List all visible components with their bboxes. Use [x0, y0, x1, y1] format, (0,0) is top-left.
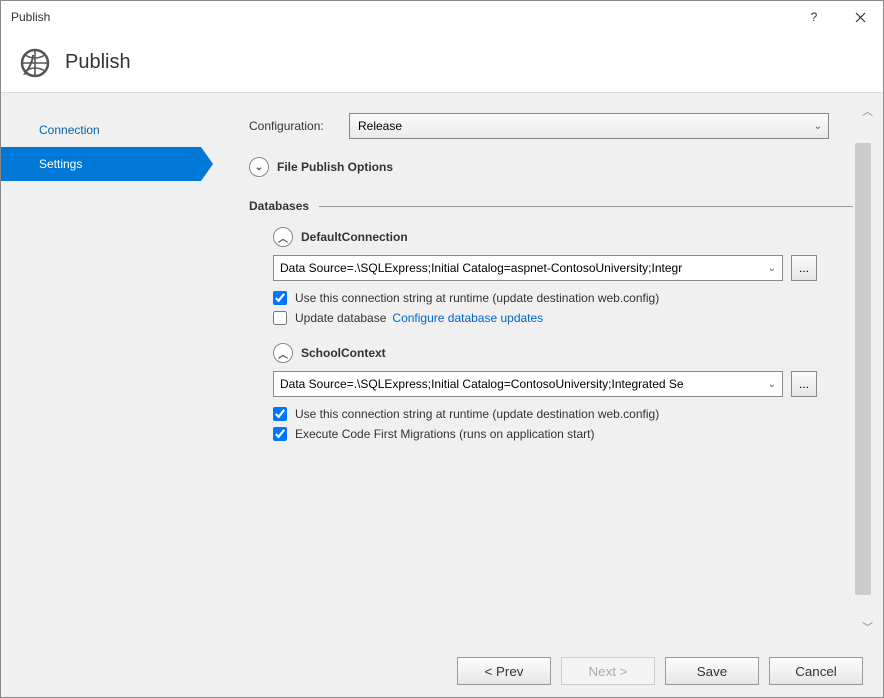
publish-icon — [19, 47, 51, 79]
configuration-dropdown[interactable]: Release ⌄ — [349, 113, 829, 139]
checkbox-input[interactable] — [273, 407, 287, 421]
configuration-label: Configuration: — [249, 119, 349, 133]
dialog-header: Publish — [1, 33, 883, 93]
use-connection-string-checkbox[interactable]: Use this connection string at runtime (u… — [273, 407, 853, 421]
checkbox-label: Update database — [295, 311, 386, 325]
update-database-checkbox[interactable]: Update database Configure database updat… — [273, 311, 853, 325]
databases-label: Databases — [249, 199, 309, 213]
scroll-down-icon[interactable]: ﹀ — [862, 619, 873, 635]
sidebar: Connection Settings — [1, 93, 201, 645]
database-block-defaultconnection: ︿ DefaultConnection Data Source=.\SQLExp… — [273, 227, 853, 325]
database-block-schoolcontext: ︿ SchoolContext Data Source=.\SQLExpress… — [273, 343, 853, 441]
configuration-value: Release — [358, 119, 402, 133]
connection-string-value: Data Source=.\SQLExpress;Initial Catalog… — [280, 377, 684, 391]
databases-section-header: Databases — [249, 199, 853, 213]
next-button: Next > — [561, 657, 655, 685]
dialog-footer: < Prev Next > Save Cancel — [1, 645, 883, 697]
database-name: SchoolContext — [301, 346, 386, 360]
execute-migrations-checkbox[interactable]: Execute Code First Migrations (runs on a… — [273, 427, 853, 441]
expand-toggle-icon: ⌄ — [249, 157, 269, 177]
divider — [319, 206, 853, 207]
collapse-toggle-icon[interactable]: ︿ — [273, 343, 293, 363]
chevron-down-icon: ⌄ — [768, 379, 776, 390]
sidebar-item-settings[interactable]: Settings — [1, 147, 201, 181]
use-connection-string-checkbox[interactable]: Use this connection string at runtime (u… — [273, 291, 853, 305]
help-button[interactable]: ? — [791, 1, 837, 33]
collapse-toggle-icon[interactable]: ︿ — [273, 227, 293, 247]
chevron-down-icon: ⌄ — [814, 121, 822, 132]
prev-button[interactable]: < Prev — [457, 657, 551, 685]
checkbox-label: Use this connection string at runtime (u… — [295, 291, 659, 305]
sidebar-item-label: Connection — [39, 123, 100, 137]
chevron-down-icon: ⌄ — [768, 263, 776, 274]
dialog-title: Publish — [65, 51, 131, 74]
close-button[interactable] — [837, 1, 883, 33]
scroll-up-icon[interactable]: ︿ — [862, 103, 873, 119]
browse-button[interactable]: ... — [791, 371, 817, 397]
checkbox-input[interactable] — [273, 291, 287, 305]
connection-string-value: Data Source=.\SQLExpress;Initial Catalog… — [280, 261, 682, 275]
content-pane: ︿ ﹀ Configuration: Release ⌄ ⌄ File Publ… — [201, 93, 883, 645]
browse-button[interactable]: ... — [791, 255, 817, 281]
connection-string-combo[interactable]: Data Source=.\SQLExpress;Initial Catalog… — [273, 255, 783, 281]
file-publish-options-expander[interactable]: ⌄ File Publish Options — [249, 157, 853, 177]
title-bar: Publish ? — [1, 1, 883, 33]
database-name: DefaultConnection — [301, 230, 408, 244]
checkbox-label: Use this connection string at runtime (u… — [295, 407, 659, 421]
file-publish-options-label: File Publish Options — [277, 160, 393, 174]
sidebar-item-connection[interactable]: Connection — [1, 113, 201, 147]
close-icon — [855, 12, 866, 23]
checkbox-input[interactable] — [273, 427, 287, 441]
connection-string-combo[interactable]: Data Source=.\SQLExpress;Initial Catalog… — [273, 371, 783, 397]
scrollbar[interactable] — [855, 143, 871, 595]
cancel-button[interactable]: Cancel — [769, 657, 863, 685]
configure-database-updates-link[interactable]: Configure database updates — [392, 311, 543, 325]
window-title: Publish — [11, 10, 791, 24]
checkbox-label: Execute Code First Migrations (runs on a… — [295, 427, 594, 441]
sidebar-item-label: Settings — [39, 157, 82, 171]
save-button[interactable]: Save — [665, 657, 759, 685]
checkbox-input[interactable] — [273, 311, 287, 325]
